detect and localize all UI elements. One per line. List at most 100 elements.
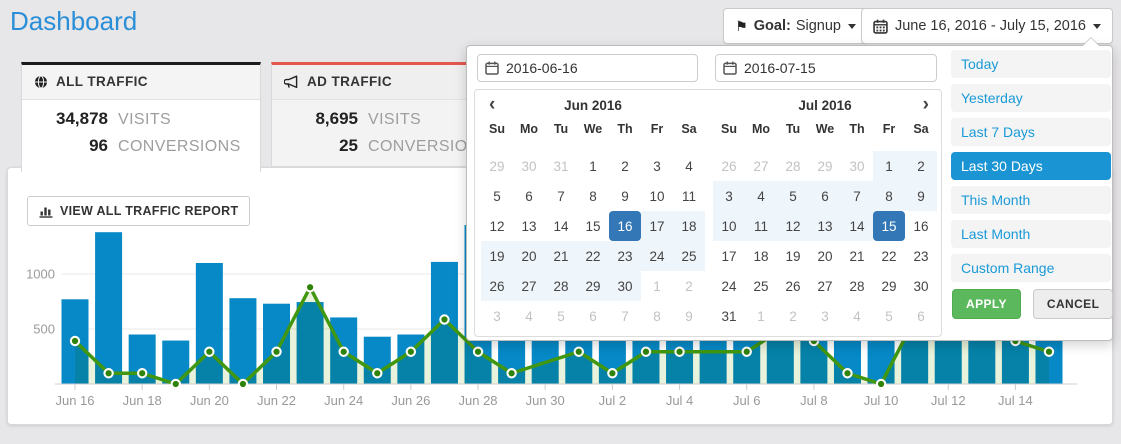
calendar-day[interactable]: 20 bbox=[809, 241, 841, 271]
calendar-day[interactable]: 8 bbox=[641, 301, 673, 331]
calendar-day[interactable]: 9 bbox=[609, 181, 641, 211]
range-option-this-month[interactable]: This Month bbox=[951, 186, 1111, 214]
apply-button[interactable]: APPLY bbox=[952, 289, 1021, 319]
calendar-day[interactable]: 9 bbox=[673, 301, 705, 331]
calendar-day[interactable]: 16 bbox=[609, 211, 641, 241]
calendar-day[interactable]: 6 bbox=[513, 181, 545, 211]
calendar-day[interactable]: 20 bbox=[513, 241, 545, 271]
calendar-day[interactable]: 26 bbox=[481, 271, 513, 301]
range-option-yesterday[interactable]: Yesterday bbox=[951, 84, 1111, 112]
calendar-day[interactable]: 1 bbox=[745, 301, 777, 331]
calendar-day[interactable]: 29 bbox=[577, 271, 609, 301]
calendar-day[interactable]: 26 bbox=[713, 151, 745, 181]
calendar-day[interactable]: 24 bbox=[641, 241, 673, 271]
calendar-day[interactable]: 22 bbox=[577, 241, 609, 271]
calendar-day[interactable]: 3 bbox=[809, 301, 841, 331]
calendar-day[interactable]: 3 bbox=[641, 151, 673, 181]
view-all-traffic-report-button[interactable]: VIEW ALL TRAFFIC REPORT bbox=[27, 196, 250, 226]
calendar-day[interactable]: 25 bbox=[673, 241, 705, 271]
calendar-day[interactable]: 15 bbox=[873, 211, 905, 241]
calendar-day[interactable]: 8 bbox=[577, 181, 609, 211]
calendar-day[interactable]: 19 bbox=[777, 241, 809, 271]
calendar-day[interactable]: 2 bbox=[905, 151, 937, 181]
calendar-day[interactable]: 8 bbox=[873, 181, 905, 211]
calendar-day[interactable]: 5 bbox=[777, 181, 809, 211]
chevron-left-icon[interactable]: ‹ bbox=[489, 90, 495, 120]
calendar-day[interactable]: 10 bbox=[713, 211, 745, 241]
calendar-day[interactable]: 31 bbox=[545, 151, 577, 181]
calendar-day[interactable]: 23 bbox=[609, 241, 641, 271]
calendar-day[interactable]: 5 bbox=[545, 301, 577, 331]
calendar-day[interactable]: 6 bbox=[577, 301, 609, 331]
calendar-day[interactable]: 30 bbox=[841, 151, 873, 181]
end-date-input[interactable] bbox=[715, 54, 937, 82]
calendar-day[interactable]: 5 bbox=[873, 301, 905, 331]
calendar-day[interactable]: 28 bbox=[841, 271, 873, 301]
calendar-day[interactable]: 29 bbox=[809, 151, 841, 181]
range-option-custom-range[interactable]: Custom Range bbox=[951, 254, 1111, 282]
calendar-day[interactable]: 14 bbox=[545, 211, 577, 241]
calendar-day[interactable]: 7 bbox=[609, 301, 641, 331]
calendar-day[interactable]: 18 bbox=[745, 241, 777, 271]
cancel-button[interactable]: CANCEL bbox=[1033, 289, 1113, 319]
range-option-last-7-days[interactable]: Last 7 Days bbox=[951, 118, 1111, 146]
calendar-day[interactable]: 12 bbox=[777, 211, 809, 241]
calendar-day[interactable]: 1 bbox=[577, 151, 609, 181]
calendar-day[interactable]: 7 bbox=[841, 181, 873, 211]
calendar-day[interactable]: 24 bbox=[713, 271, 745, 301]
calendar-day[interactable]: 13 bbox=[513, 211, 545, 241]
calendar-day[interactable]: 4 bbox=[513, 301, 545, 331]
calendar-day[interactable]: 6 bbox=[809, 181, 841, 211]
calendar-day[interactable]: 21 bbox=[545, 241, 577, 271]
calendar-day[interactable]: 15 bbox=[577, 211, 609, 241]
calendar-day[interactable]: 3 bbox=[713, 181, 745, 211]
calendar-day[interactable]: 4 bbox=[841, 301, 873, 331]
start-date-input[interactable] bbox=[477, 54, 698, 82]
calendar-day[interactable]: 7 bbox=[545, 181, 577, 211]
chevron-right-icon[interactable]: › bbox=[923, 90, 929, 120]
calendar-day[interactable]: 29 bbox=[481, 151, 513, 181]
calendar-day[interactable]: 1 bbox=[873, 151, 905, 181]
calendar-day[interactable]: 2 bbox=[609, 151, 641, 181]
calendar-day[interactable]: 31 bbox=[713, 301, 745, 331]
calendar-day[interactable]: 11 bbox=[673, 181, 705, 211]
range-option-today[interactable]: Today bbox=[951, 50, 1111, 78]
calendar-day[interactable]: 23 bbox=[905, 241, 937, 271]
calendar-day[interactable]: 28 bbox=[545, 271, 577, 301]
calendar-day[interactable]: 18 bbox=[673, 211, 705, 241]
calendar-day[interactable]: 1 bbox=[641, 271, 673, 301]
calendar-day[interactable]: 2 bbox=[777, 301, 809, 331]
range-option-last-month[interactable]: Last Month bbox=[951, 220, 1111, 248]
calendar-day[interactable]: 17 bbox=[713, 241, 745, 271]
calendar-day[interactable]: 13 bbox=[809, 211, 841, 241]
calendar-day[interactable]: 28 bbox=[777, 151, 809, 181]
calendar-day[interactable]: 25 bbox=[745, 271, 777, 301]
range-option-last-30-days[interactable]: Last 30 Days bbox=[951, 152, 1111, 180]
calendar-day[interactable]: 3 bbox=[481, 301, 513, 331]
calendar-day[interactable]: 4 bbox=[673, 151, 705, 181]
calendar-day[interactable]: 11 bbox=[745, 211, 777, 241]
calendar-day[interactable]: 26 bbox=[777, 271, 809, 301]
calendar-day[interactable]: 2 bbox=[673, 271, 705, 301]
calendar-day[interactable]: 17 bbox=[641, 211, 673, 241]
calendar-day[interactable]: 30 bbox=[905, 271, 937, 301]
calendar-day[interactable]: 30 bbox=[513, 151, 545, 181]
calendar-day[interactable]: 4 bbox=[745, 181, 777, 211]
calendar-day[interactable]: 16 bbox=[905, 211, 937, 241]
calendar-day[interactable]: 5 bbox=[481, 181, 513, 211]
calendar-day[interactable]: 6 bbox=[905, 301, 937, 331]
calendar-day[interactable]: 27 bbox=[745, 151, 777, 181]
calendar-day[interactable]: 21 bbox=[841, 241, 873, 271]
calendar-day[interactable]: 30 bbox=[609, 271, 641, 301]
calendar-day[interactable]: 22 bbox=[873, 241, 905, 271]
calendar-day[interactable]: 14 bbox=[841, 211, 873, 241]
goal-dropdown-button[interactable]: ⚑ Goal: Signup bbox=[723, 8, 868, 44]
date-range-button[interactable]: June 16, 2016 - July 15, 2016 bbox=[861, 8, 1113, 44]
all-traffic-card[interactable]: ALL TRAFFIC 34,878 VISITS 96 CONVERSIONS bbox=[21, 62, 261, 172]
calendar-day[interactable]: 12 bbox=[481, 211, 513, 241]
calendar-day[interactable]: 29 bbox=[873, 271, 905, 301]
calendar-day[interactable]: 19 bbox=[481, 241, 513, 271]
calendar-day[interactable]: 10 bbox=[641, 181, 673, 211]
calendar-day[interactable]: 27 bbox=[809, 271, 841, 301]
calendar-day[interactable]: 9 bbox=[905, 181, 937, 211]
